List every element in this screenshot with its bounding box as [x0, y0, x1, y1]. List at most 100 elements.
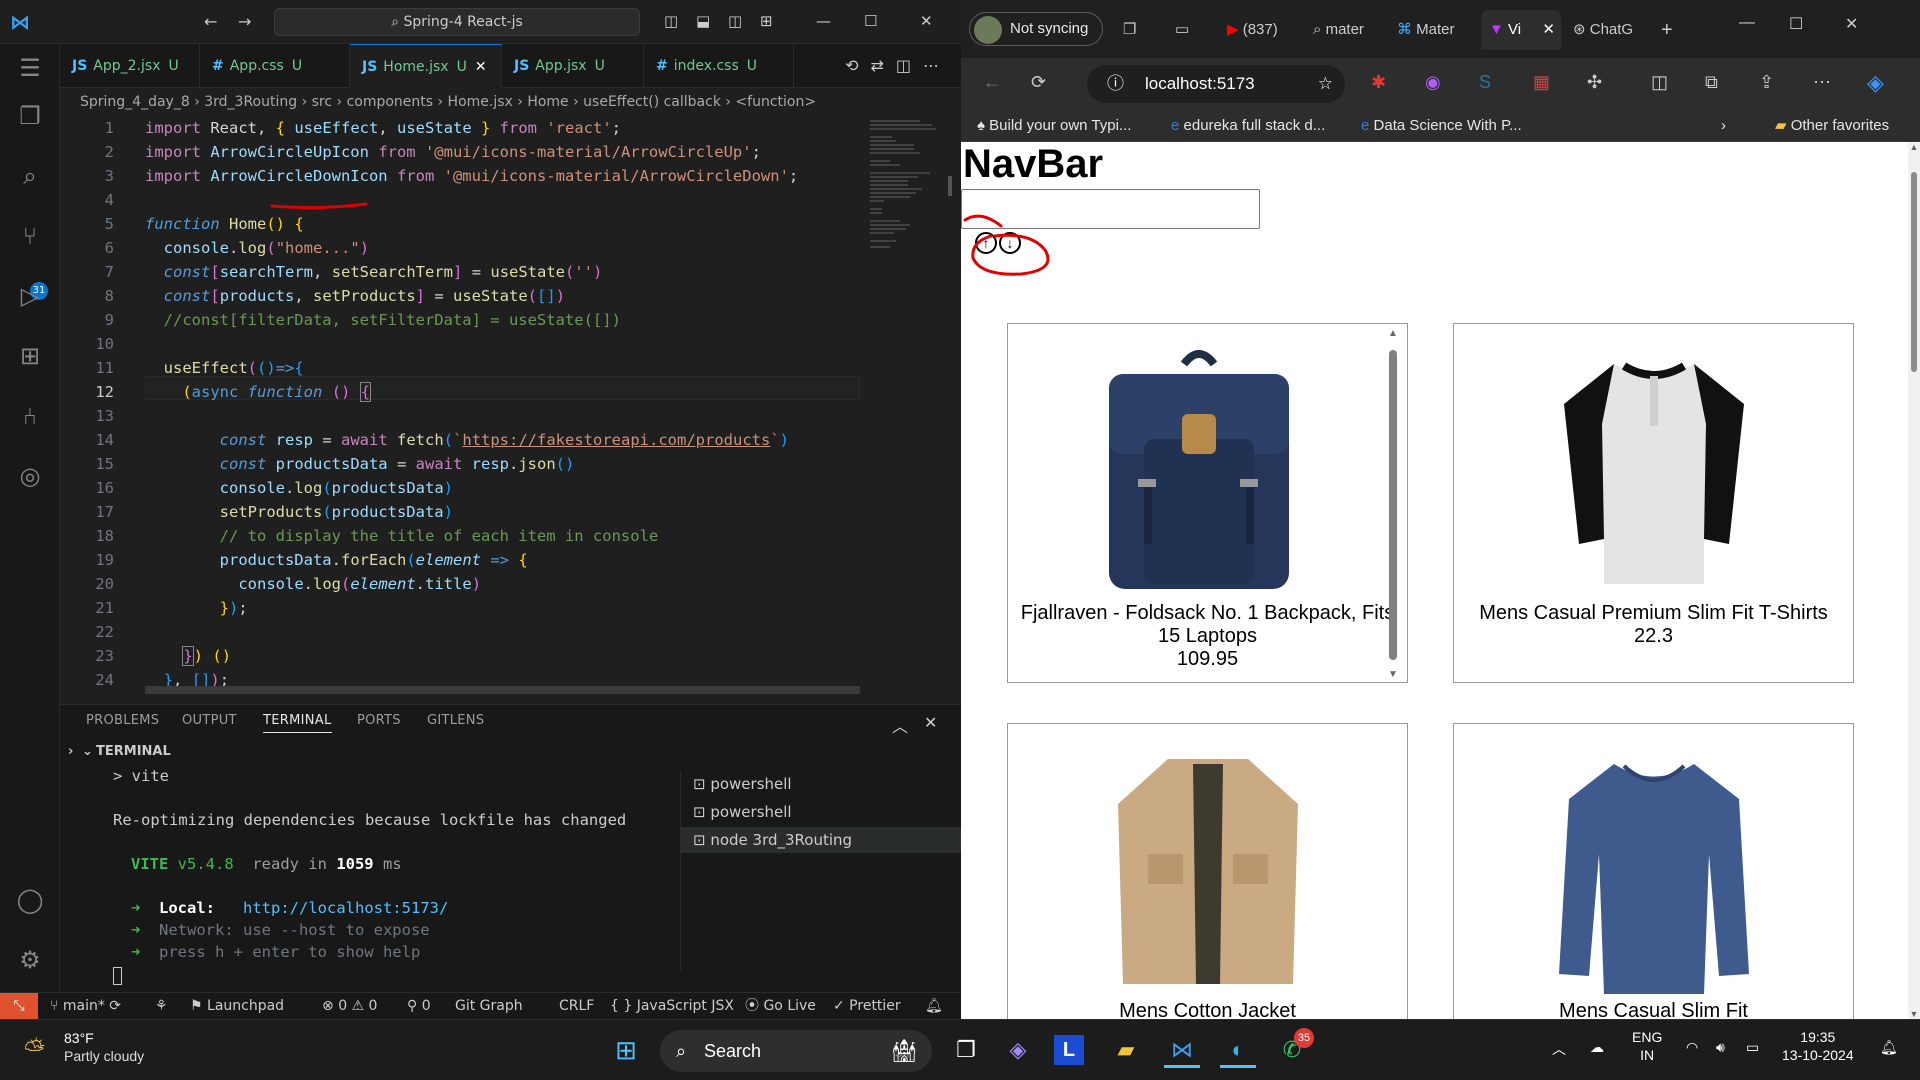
product-card[interactable]: Mens Casual Slim Fit [1453, 723, 1854, 1019]
code-editor[interactable]: 1234567891011121314151617181920212223242… [60, 116, 860, 694]
file-explorer-icon[interactable]: ▰ [1108, 1032, 1144, 1068]
browser-tab[interactable]: ▶ (837) [1227, 10, 1307, 50]
back-arrow-icon[interactable]: ← [983, 72, 1001, 93]
taskbar-search[interactable]: ⌕ Search 🏰︎ [660, 1030, 932, 1072]
arrow-circle-down-icon[interactable]: ↓ [999, 232, 1021, 254]
launchpad-status[interactable]: ⚑ Launchpad [190, 993, 284, 1019]
horizontal-scrollbar[interactable] [145, 686, 860, 694]
forward-arrow-icon[interactable]: → [238, 12, 251, 31]
volume-icon[interactable]: 🔊︎ [1716, 1038, 1725, 1056]
terminal-output[interactable]: > vite Re-optimizing dependencies becaus… [113, 767, 673, 987]
search-icon[interactable]: ⌕ [14, 160, 46, 192]
extension-icon[interactable]: S [1479, 72, 1491, 93]
ports-status[interactable]: ⚲ 0 [407, 993, 431, 1019]
browser-tab[interactable]: ⌘ Mater [1397, 10, 1467, 50]
collections-icon[interactable]: ⧉ [1705, 72, 1718, 93]
maximize-panel-icon[interactable]: ︿ [892, 713, 908, 737]
toggle-secondary-sidebar-icon[interactable]: ◫ [728, 12, 742, 30]
prettier-status[interactable]: ✓ Prettier [833, 993, 901, 1019]
close-tab-icon[interactable]: ✕ [475, 59, 487, 75]
address-bar[interactable]: ⓘ localhost:5173 ☆ [1087, 65, 1345, 103]
notification-bell-icon[interactable]: 🔔︎ [1880, 1038, 1898, 1056]
card-scroll-thumb[interactable] [1389, 350, 1397, 660]
vscode-taskbar-icon[interactable]: ⋈ [1164, 1032, 1200, 1068]
back-arrow-icon[interactable]: ← [204, 12, 217, 31]
account-icon[interactable]: ◯ [14, 884, 46, 916]
edge-icon[interactable]: ◐ [1220, 1032, 1256, 1068]
share-icon[interactable]: ⇪ [1759, 72, 1774, 93]
customize-layout-icon[interactable]: ⊞ [760, 12, 773, 30]
browser-tab[interactable]: ⊛ ChatG [1573, 10, 1649, 50]
command-center-search[interactable]: ⌕ Spring-4 React-js [274, 8, 640, 36]
go-live-status[interactable]: ⦿ Go Live [745, 993, 816, 1019]
minimap[interactable] [862, 116, 952, 694]
editor-actions[interactable]: ⟲⇄◫⋯ [845, 56, 951, 75]
new-tab-icon[interactable]: + [1661, 10, 1691, 50]
remote-icon[interactable]: ⤡ [0, 993, 38, 1020]
product-card[interactable]: Mens Cotton Jacket [1007, 723, 1408, 1019]
favorite-star-icon[interactable]: ☆ [1318, 65, 1333, 103]
copilot-icon[interactable]: ◈ [1000, 1032, 1036, 1068]
tab-index-css[interactable]: # index.css U [644, 44, 794, 88]
extensions-icon[interactable]: ⊞ [14, 340, 46, 372]
breadcrumb[interactable]: Spring_4_day_8 › 3rd_3Routing › src › co… [60, 88, 961, 116]
remote-explorer-icon[interactable]: ◎ [14, 460, 46, 492]
refresh-icon[interactable]: ⟳ [1031, 72, 1046, 93]
start-icon[interactable]: ⊞ [608, 1032, 644, 1068]
profile-button[interactable]: Not syncing [969, 12, 1103, 46]
workspaces-icon[interactable]: ❐ [1123, 10, 1153, 50]
clock[interactable]: 19:35 13-10-2024 [1782, 1028, 1854, 1064]
wifi-icon[interactable]: ◠ [1686, 1038, 1698, 1056]
chevron-up-icon[interactable]: ︿ [1552, 1040, 1566, 1058]
product-card[interactable]: Mens Casual Premium Slim Fit T-Shirts 22… [1453, 323, 1854, 683]
close-panel-icon[interactable]: ✕ [924, 713, 938, 732]
favorite-link[interactable]: e Data Science With P... [1361, 110, 1522, 142]
close-button[interactable]: ✕ [1845, 14, 1858, 34]
extensions-puzzle-icon[interactable]: ✣ [1587, 72, 1602, 93]
extension-icon[interactable]: ◉ [1425, 72, 1441, 93]
panel-tab-ports[interactable]: PORTS [357, 713, 401, 728]
toggle-panel-icon[interactable]: ⬓ [696, 12, 710, 30]
maximize-button[interactable]: ☐ [864, 12, 877, 30]
split-screen-icon[interactable]: ◫ [1651, 72, 1668, 93]
minimize-button[interactable]: — [1739, 14, 1755, 32]
settings-gear-icon[interactable]: ⚙ [14, 944, 46, 976]
source-control-icon[interactable]: ⑂ [14, 220, 46, 252]
branch-status[interactable]: ⑂ main* ⟳ [50, 993, 121, 1019]
favorite-link[interactable]: ♠ Build your own Typi... [977, 110, 1131, 142]
git-icon[interactable]: ⚘ [155, 993, 168, 1019]
more-menu-icon[interactable]: ⋯ [1813, 72, 1831, 93]
maximize-button[interactable]: ☐ [1789, 14, 1803, 34]
problems-status[interactable]: ⊗ 0 ⚠ 0 [322, 993, 377, 1019]
git-graph-status[interactable]: Git Graph [455, 993, 523, 1019]
chevron-down-icon[interactable]: ▼ [1387, 669, 1399, 680]
extension-icon[interactable]: ✱ [1371, 72, 1386, 93]
close-button[interactable]: ✕ [920, 12, 933, 30]
launcher-icon[interactable]: L [1054, 1035, 1084, 1065]
panel-tab-output[interactable]: OUTPUT [182, 713, 237, 728]
tab-app2-jsx[interactable]: JS App_2.jsx U [60, 44, 200, 88]
search-input[interactable] [961, 189, 1260, 229]
extension-icon[interactable]: ▦ [1533, 72, 1550, 93]
tab-home-jsx[interactable]: JS Home.jsx U ✕ [350, 44, 502, 88]
favorite-link[interactable]: e edureka full stack d... [1171, 110, 1325, 142]
notifications-bell-icon[interactable]: 🔔︎ [925, 993, 943, 1019]
tab-app-jsx[interactable]: JS App.jsx U [502, 44, 644, 88]
language-status[interactable]: { } JavaScript JSX [610, 993, 734, 1019]
terminal-item[interactable]: ⊡ powershell [681, 771, 962, 797]
other-favorites[interactable]: ▰ Other favorites [1775, 110, 1889, 142]
arrow-circle-up-icon[interactable]: ↑ [975, 232, 997, 254]
run-debug-icon[interactable]: ▷ [14, 280, 46, 312]
gitlens-icon[interactable]: ⑃ [14, 400, 46, 432]
chevron-up-icon[interactable]: ▲ [1908, 142, 1920, 152]
panel-tab-gitlens[interactable]: GITLENS [427, 713, 484, 728]
chevron-down-icon[interactable]: ▼ [1908, 1009, 1920, 1019]
onedrive-icon[interactable]: ☁ [1590, 1038, 1604, 1056]
close-tab-icon[interactable]: ✕ [1542, 10, 1555, 50]
eol-status[interactable]: CRLF [559, 993, 594, 1019]
terminal-header[interactable]: › ⌄ TERMINAL [60, 741, 680, 763]
card-scrollbar[interactable]: ▲ ▼ [1387, 328, 1399, 680]
language-indicator[interactable]: ENG IN [1632, 1028, 1662, 1064]
copilot-icon[interactable]: ◈ [1867, 70, 1884, 96]
battery-icon[interactable]: ▭ [1746, 1038, 1759, 1056]
